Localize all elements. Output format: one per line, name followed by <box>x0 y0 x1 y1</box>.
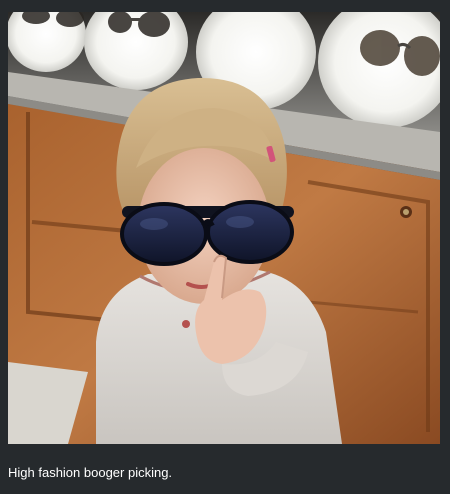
post-photo[interactable] <box>8 12 440 444</box>
photo-illustration <box>8 12 440 444</box>
post-card: High fashion booger picking. <box>0 0 450 494</box>
post-caption: High fashion booger picking. <box>8 465 173 480</box>
